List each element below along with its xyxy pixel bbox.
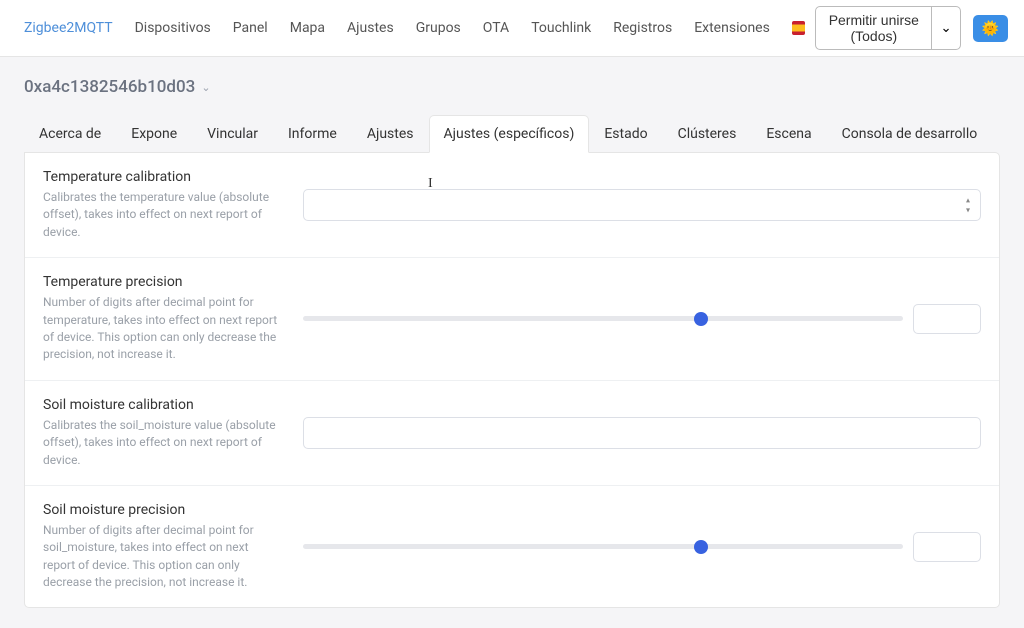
nav-extensiones[interactable]: Extensiones: [686, 14, 778, 42]
temperature-calibration-input[interactable]: [303, 189, 981, 221]
tab-escena[interactable]: Escena: [751, 115, 826, 153]
nav-dispositivos[interactable]: Dispositivos: [127, 14, 219, 42]
settings-card: Temperature calibration Calibrates the t…: [24, 152, 1000, 608]
tab-estado[interactable]: Estado: [589, 115, 662, 153]
tab-ajustes-especificos[interactable]: Ajustes (específicos): [429, 115, 590, 153]
text-cursor-icon: I: [428, 176, 429, 194]
setting-title: Soil moisture calibration: [43, 397, 283, 413]
nav-ota[interactable]: OTA: [475, 14, 517, 42]
setting-desc: Number of digits after decimal point for…: [43, 522, 283, 592]
setting-desc: Number of digits after decimal point for…: [43, 294, 283, 364]
nav-ajustes[interactable]: Ajustes: [339, 14, 402, 42]
chevron-down-icon: ⌄: [201, 81, 210, 94]
page-content: 0xa4c1382546b10d03 ⌄ Acerca de Expone Vi…: [0, 57, 1024, 628]
soil-moisture-precision-slider[interactable]: [303, 544, 903, 549]
permit-join-group: Permitir unirse (Todos) ⌄: [815, 6, 960, 50]
tab-ajustes[interactable]: Ajustes: [352, 115, 429, 153]
device-id: 0xa4c1382546b10d03: [24, 77, 195, 97]
soil-moisture-calibration-input[interactable]: [303, 417, 981, 449]
setting-title: Temperature precision: [43, 274, 283, 290]
setting-desc: Calibrates the soil_moisture value (abso…: [43, 417, 283, 469]
device-tabs: Acerca de Expone Vincular Informe Ajuste…: [24, 115, 1000, 153]
setting-soil-moisture-precision: Soil moisture precision Number of digits…: [25, 486, 999, 608]
tab-consola[interactable]: Consola de desarrollo: [827, 115, 993, 153]
setting-temperature-calibration: Temperature calibration Calibrates the t…: [25, 153, 999, 258]
tab-acerca[interactable]: Acerca de: [24, 115, 116, 153]
permit-join-button[interactable]: Permitir unirse (Todos): [815, 6, 932, 50]
nav-grupos[interactable]: Grupos: [408, 14, 469, 42]
spinner-up-icon[interactable]: ▴: [961, 196, 975, 205]
device-title[interactable]: 0xa4c1382546b10d03 ⌄: [24, 77, 1000, 97]
brand-link[interactable]: Zigbee2MQTT: [16, 14, 121, 42]
soil-moisture-precision-value[interactable]: [913, 532, 981, 562]
setting-title: Soil moisture precision: [43, 502, 283, 518]
nav-registros[interactable]: Registros: [605, 14, 680, 42]
temperature-precision-value[interactable]: [913, 304, 981, 334]
setting-soil-moisture-calibration: Soil moisture calibration Calibrates the…: [25, 381, 999, 486]
top-nav: Zigbee2MQTT Dispositivos Panel Mapa Ajus…: [0, 0, 1024, 57]
tab-vincular[interactable]: Vincular: [192, 115, 273, 153]
nav-panel[interactable]: Panel: [225, 14, 276, 42]
language-flag-icon[interactable]: [792, 21, 805, 35]
setting-title: Temperature calibration: [43, 169, 283, 185]
tab-clusteres[interactable]: Clústeres: [663, 115, 752, 153]
tab-informe[interactable]: Informe: [273, 115, 352, 153]
permit-join-dropdown[interactable]: ⌄: [932, 6, 960, 50]
nav-mapa[interactable]: Mapa: [282, 14, 333, 42]
setting-temperature-precision: Temperature precision Number of digits a…: [25, 258, 999, 381]
temperature-precision-slider[interactable]: [303, 316, 903, 321]
setting-desc: Calibrates the temperature value (absolu…: [43, 189, 283, 241]
theme-toggle-button[interactable]: 🌞: [973, 15, 1008, 42]
number-spinner: ▴ ▾: [961, 196, 975, 215]
tab-expone[interactable]: Expone: [116, 115, 192, 153]
nav-touchlink[interactable]: Touchlink: [523, 14, 599, 42]
spinner-down-icon[interactable]: ▾: [961, 206, 975, 215]
